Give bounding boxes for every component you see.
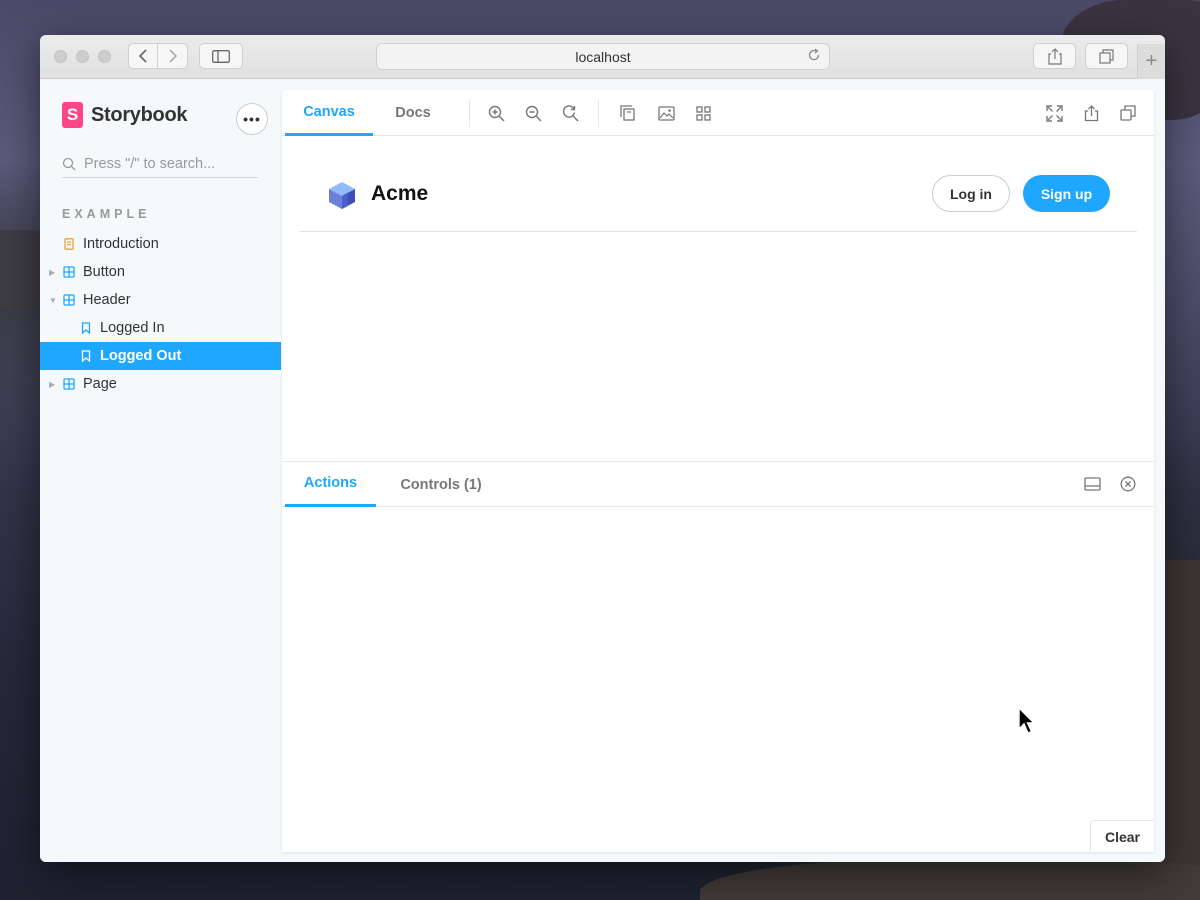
url-text: localhost — [575, 48, 631, 65]
caret-right-icon: ▶ — [49, 267, 56, 277]
close-window-button[interactable] — [54, 50, 67, 63]
doc-icon — [62, 238, 76, 250]
sidebar-toggle-button[interactable] — [199, 43, 243, 69]
background-icon[interactable] — [618, 104, 638, 122]
acme-logo-icon — [328, 181, 356, 215]
story-canvas: Acme Log in Sign up — [282, 137, 1154, 461]
minimize-window-button[interactable] — [76, 50, 89, 63]
sidebar-item-label: Button — [83, 264, 125, 280]
sidebar-item-label: Logged Out — [100, 348, 182, 364]
zoom-in-icon[interactable] — [486, 104, 506, 122]
chevron-right-icon — [168, 49, 177, 63]
zoom-window-button[interactable] — [98, 50, 111, 63]
tabs-overview-button[interactable] — [1085, 43, 1128, 69]
toolbar-divider — [598, 100, 599, 127]
acme-brand-name: Acme — [371, 182, 429, 205]
wallpaper-rock — [700, 860, 1200, 900]
sidebar-item-label: Logged In — [100, 320, 165, 336]
back-button[interactable] — [128, 43, 158, 69]
sidebar-item-label: Introduction — [83, 236, 159, 252]
panel-position-icon[interactable] — [1082, 475, 1102, 493]
sidebar-menu-button[interactable]: ••• — [236, 103, 268, 135]
forward-button[interactable] — [158, 43, 188, 69]
storybook-sidebar: S Storybook ••• Press "/" to search... E… — [40, 80, 281, 862]
close-panel-icon[interactable] — [1118, 475, 1138, 493]
tab-actions[interactable]: Actions — [285, 462, 376, 507]
brand-name: Storybook — [91, 103, 188, 126]
acme-header: Acme Log in Sign up — [300, 137, 1137, 232]
sidebar-item-introduction[interactable]: Introduction — [40, 230, 281, 258]
reload-icon[interactable] — [807, 48, 821, 65]
mouse-cursor-icon — [1018, 706, 1036, 740]
browser-window: localhost + S Storybook ••• Press "/" to… — [40, 35, 1165, 862]
image-icon[interactable] — [656, 104, 676, 122]
zoom-reset-icon[interactable] — [560, 104, 580, 122]
login-button[interactable]: Log in — [932, 175, 1010, 212]
search-placeholder: Press "/" to search... — [84, 155, 216, 172]
sidebar-item-label: Header — [83, 292, 131, 308]
grid-icon[interactable] — [693, 104, 713, 122]
browser-titlebar: localhost + — [40, 35, 1165, 79]
sidebar-item-label: Page — [83, 376, 117, 392]
story-tree: Introduction ▶ Button ▼ Header Logged In… — [40, 230, 281, 398]
addons-tabbar: Actions Controls (1) — [282, 462, 1154, 507]
clear-button[interactable]: Clear — [1090, 820, 1154, 852]
storybook-logo[interactable]: S Storybook — [62, 102, 188, 128]
share-icon[interactable] — [1081, 104, 1101, 122]
toolbar-divider — [469, 100, 470, 127]
sidebar-item-logged-in[interactable]: Logged In — [40, 314, 281, 342]
search-icon — [62, 157, 76, 170]
component-icon — [62, 266, 76, 278]
storybook-app: S Storybook ••• Press "/" to search... E… — [40, 80, 1165, 862]
sidebar-icon — [212, 49, 230, 63]
address-bar[interactable]: localhost — [376, 43, 830, 70]
storybook-logo-icon: S — [62, 102, 83, 128]
caret-down-icon: ▼ — [49, 295, 57, 305]
tabs-icon — [1099, 48, 1114, 64]
sidebar-item-logged-out[interactable]: Logged Out — [40, 342, 281, 370]
sidebar-section-title: EXAMPLE — [62, 207, 151, 221]
component-icon — [62, 378, 76, 390]
tab-docs[interactable]: Docs — [386, 90, 440, 136]
sidebar-item-button[interactable]: ▶ Button — [40, 258, 281, 286]
chevron-left-icon — [138, 49, 147, 63]
caret-right-icon: ▶ — [49, 379, 56, 389]
bookmark-icon — [79, 350, 93, 362]
tab-controls[interactable]: Controls (1) — [397, 462, 485, 507]
zoom-out-icon[interactable] — [523, 104, 543, 122]
share-button[interactable] — [1033, 43, 1076, 69]
copy-link-icon[interactable] — [1118, 104, 1138, 122]
addons-panel: Actions Controls (1) Clear — [282, 461, 1154, 852]
new-tab-button[interactable]: + — [1137, 44, 1165, 79]
sidebar-item-header[interactable]: ▼ Header — [40, 286, 281, 314]
component-icon — [62, 294, 76, 306]
search-input[interactable]: Press "/" to search... — [62, 150, 258, 178]
signup-button[interactable]: Sign up — [1023, 175, 1110, 212]
sidebar-item-page[interactable]: ▶ Page — [40, 370, 281, 398]
fullscreen-icon[interactable] — [1044, 104, 1064, 122]
share-icon — [1047, 47, 1062, 65]
preview-toolbar: Canvas Docs — [282, 90, 1154, 136]
tab-canvas[interactable]: Canvas — [285, 90, 373, 136]
bookmark-icon — [79, 322, 93, 334]
